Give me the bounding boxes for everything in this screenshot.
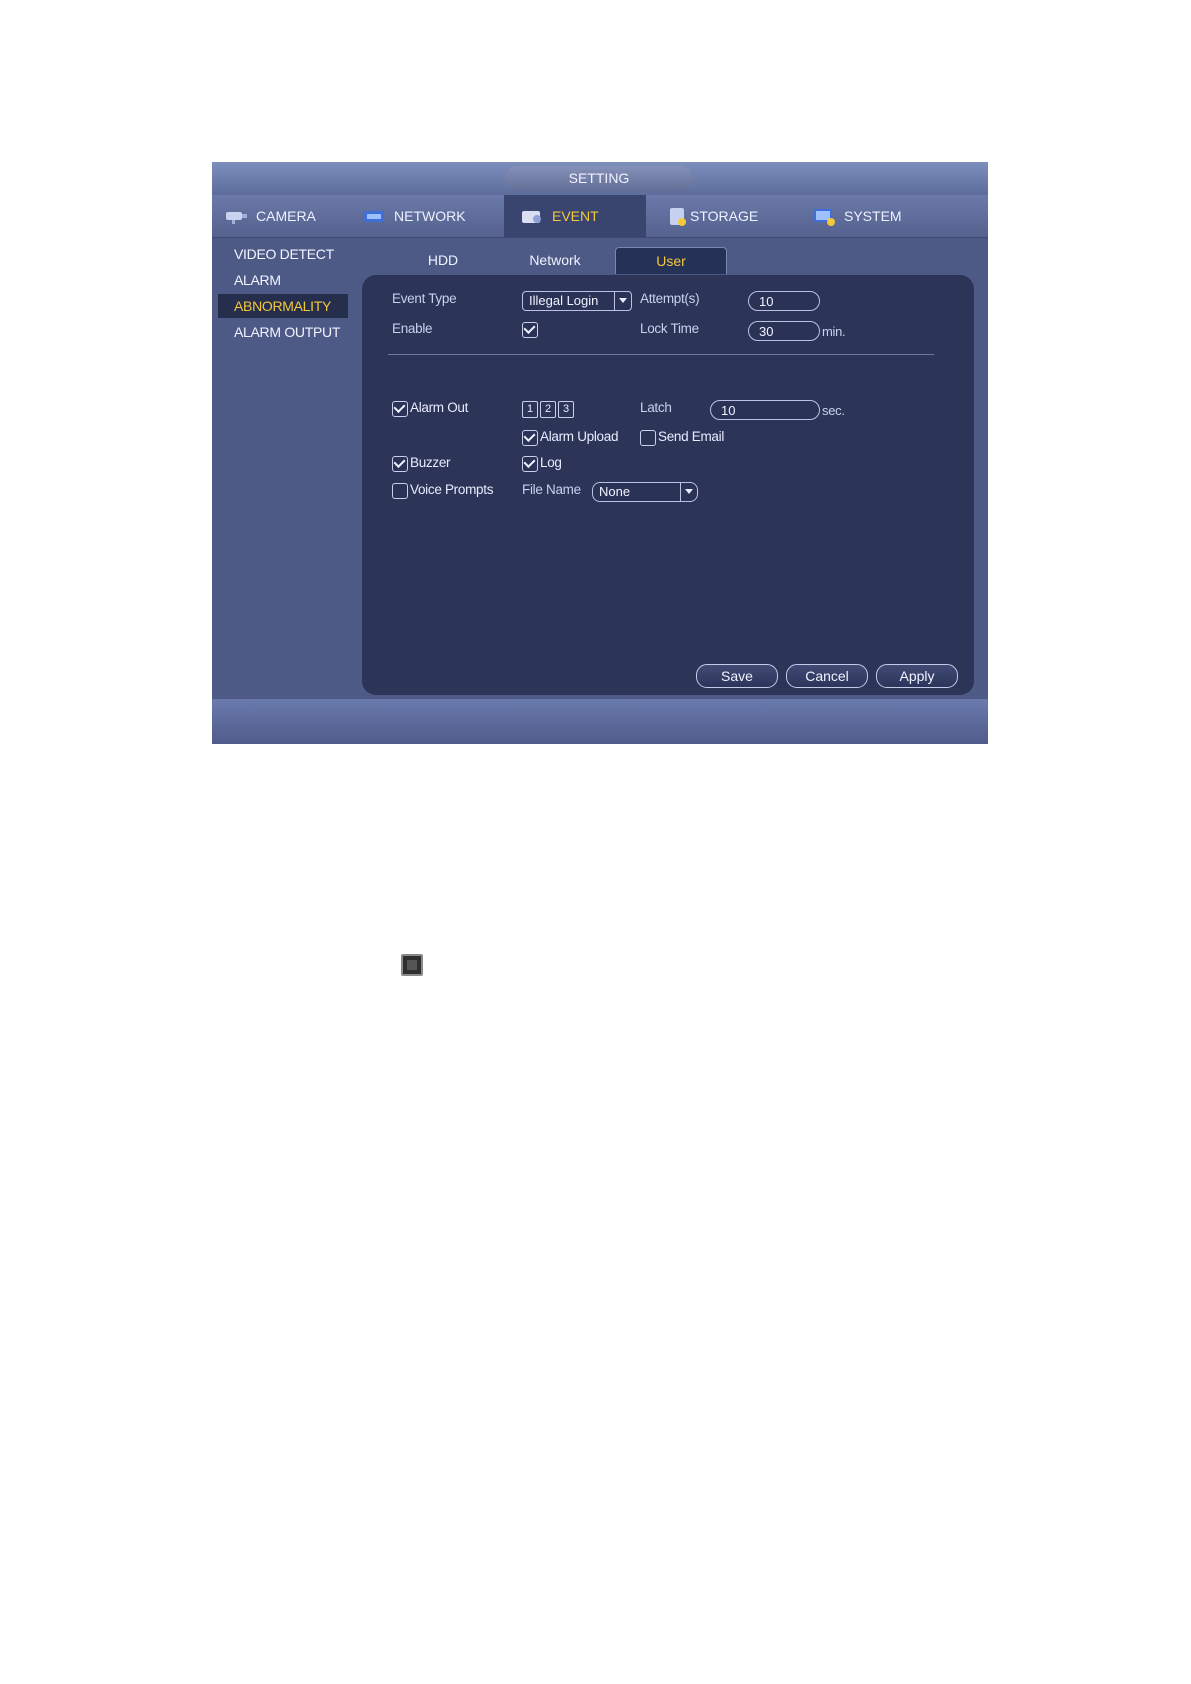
sidebar-item-alarm[interactable]: ALARM [218, 268, 348, 292]
log-checkbox[interactable] [522, 456, 538, 472]
tab-label: EVENT [552, 208, 599, 224]
tab-system[interactable]: SYSTEM [802, 195, 942, 237]
file-name-select[interactable]: None [592, 482, 698, 502]
chevron-down-icon [614, 292, 631, 310]
sidebar-item-video-detect[interactable]: VIDEO DETECT [218, 242, 348, 266]
log-label: Log [540, 455, 562, 470]
settings-window: SETTING CAMERA NETWORK EVENT STORAGE SYS… [212, 162, 988, 744]
camera-icon [224, 207, 250, 225]
bottom-bar [212, 699, 988, 744]
section-divider [388, 354, 934, 355]
save-button[interactable]: Save [696, 664, 778, 688]
alarm-out-channel-2[interactable]: 2 [540, 401, 556, 418]
alarm-out-channel-1[interactable]: 1 [522, 401, 538, 418]
title-bar: SETTING [212, 162, 988, 195]
square-icon [401, 954, 423, 976]
main-tab-bar: CAMERA NETWORK EVENT STORAGE SYSTEM [212, 195, 988, 238]
latch-label: Latch [640, 400, 672, 415]
event-type-value: Illegal Login [529, 293, 599, 308]
network-icon [362, 207, 388, 225]
tab-network[interactable]: NETWORK [362, 195, 488, 237]
buzzer-checkbox[interactable] [392, 456, 408, 472]
tab-label: SYSTEM [844, 208, 902, 224]
send-email-checkbox[interactable] [640, 430, 656, 446]
voice-prompts-label: Voice Prompts [410, 482, 494, 497]
alarm-out-checkbox[interactable] [392, 401, 408, 417]
sidebar-item-abnormality[interactable]: ABNORMALITY [218, 294, 348, 318]
tab-camera[interactable]: CAMERA [222, 195, 350, 237]
subtab-hdd[interactable]: HDD [388, 247, 498, 273]
alarm-upload-checkbox[interactable] [522, 430, 538, 446]
lock-time-unit: min. [822, 324, 846, 339]
lock-time-label: Lock Time [640, 321, 699, 336]
latch-input[interactable]: 10 [710, 400, 820, 420]
event-type-select[interactable]: Illegal Login [522, 291, 632, 311]
sidebar: VIDEO DETECT ALARM ABNORMALITY ALARM OUT… [212, 238, 360, 694]
alarm-out-label: Alarm Out [410, 400, 469, 415]
lock-time-input[interactable]: 30 [748, 321, 820, 341]
system-icon [812, 207, 838, 226]
apply-button[interactable]: Apply [876, 664, 958, 688]
attempts-label: Attempt(s) [640, 291, 700, 306]
enable-checkbox[interactable] [522, 322, 538, 338]
tab-event[interactable]: EVENT [504, 195, 646, 237]
subtab-network[interactable]: Network [500, 247, 610, 273]
attempts-input[interactable]: 10 [748, 291, 820, 311]
latch-unit: sec. [822, 403, 845, 418]
file-name-value: None [599, 484, 631, 499]
alarm-out-channel-3[interactable]: 3 [558, 401, 574, 418]
tab-label: CAMERA [256, 208, 316, 224]
storage-icon [668, 207, 688, 226]
cancel-button[interactable]: Cancel [786, 664, 868, 688]
event-icon [520, 207, 546, 225]
tab-label: NETWORK [394, 208, 466, 224]
voice-prompts-checkbox[interactable] [392, 483, 408, 499]
subtab-user[interactable]: User [615, 247, 727, 274]
file-name-label: File Name [522, 482, 581, 497]
buzzer-label: Buzzer [410, 455, 451, 470]
send-email-label: Send Email [658, 429, 725, 444]
enable-label: Enable [392, 321, 433, 336]
tab-storage[interactable]: STORAGE [658, 195, 798, 237]
chevron-down-icon [680, 483, 697, 501]
event-type-label: Event Type [392, 291, 457, 306]
alarm-upload-label: Alarm Upload [540, 429, 619, 444]
user-abnormality-panel: Event Type Illegal Login Attempt(s) 10 E… [362, 275, 974, 695]
tab-label: STORAGE [690, 208, 759, 224]
sidebar-item-alarm-output[interactable]: ALARM OUTPUT [218, 320, 348, 344]
window-title: SETTING [505, 166, 693, 191]
